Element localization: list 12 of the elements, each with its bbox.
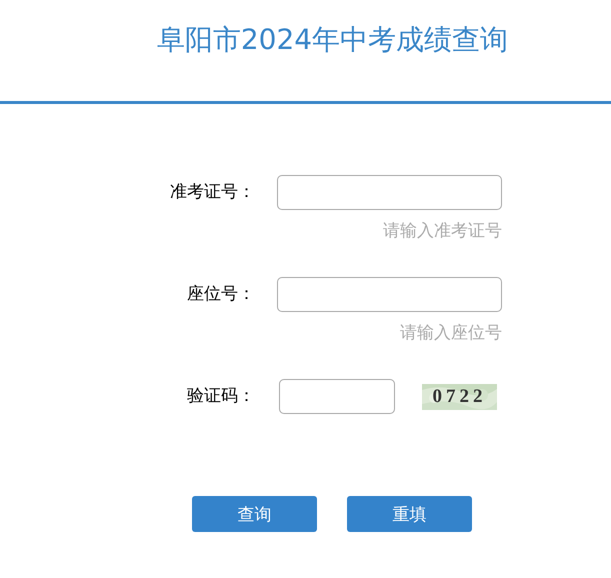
field-hint: 请输入座位号	[400, 322, 502, 344]
page-title: 阜阳市2024年中考成绩查询	[156, 22, 508, 58]
field-label: 准考证号：	[169, 181, 255, 204]
input-field[interactable]	[277, 175, 502, 210]
action-button[interactable]: 查询	[192, 496, 317, 532]
captcha-field[interactable]	[279, 379, 395, 414]
field-label: 验证码：	[186, 385, 255, 408]
input-field[interactable]	[277, 277, 502, 312]
field-label: 座位号：	[186, 283, 255, 306]
action-button[interactable]: 重填	[347, 496, 472, 532]
field-hint: 请输入准考证号	[383, 220, 502, 242]
captcha-image[interactable]: 0722	[422, 384, 497, 410]
